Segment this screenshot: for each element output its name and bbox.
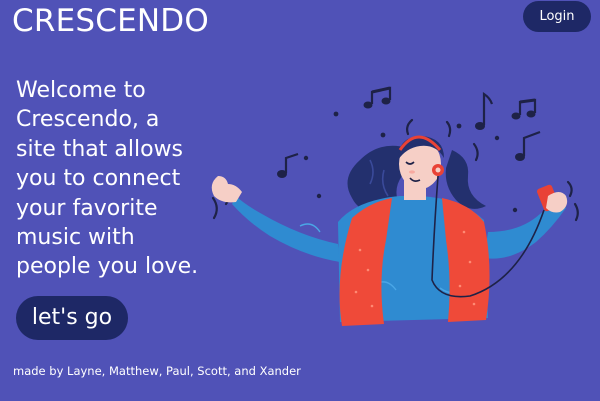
login-button[interactable]: Login bbox=[523, 1, 591, 32]
woman-listening-music-illustration bbox=[211, 86, 579, 326]
lets-go-button[interactable]: let's go bbox=[16, 296, 128, 340]
brand-logo-text: CRESCENDO bbox=[12, 3, 209, 39]
credits-text: made by Layne, Matthew, Paul, Scott, and… bbox=[13, 364, 301, 378]
welcome-heading: Welcome to Crescendo, a site that allows… bbox=[16, 78, 199, 280]
